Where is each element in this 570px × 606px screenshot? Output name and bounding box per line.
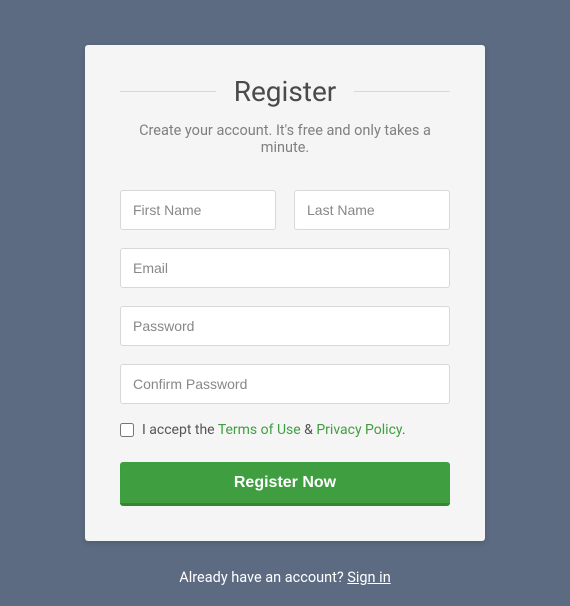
email-input[interactable]: [120, 248, 450, 288]
first-name-input[interactable]: [120, 190, 276, 230]
page-title: Register: [216, 75, 355, 108]
subtitle: Create your account. It's free and only …: [120, 122, 450, 156]
terms-checkbox[interactable]: [120, 423, 134, 437]
terms-suffix: .: [402, 422, 406, 438]
password-input[interactable]: [120, 306, 450, 346]
last-name-input[interactable]: [294, 190, 450, 230]
terms-text: I accept the Terms of Use & Privacy Poli…: [142, 422, 406, 438]
name-row: [120, 190, 450, 230]
confirm-password-field-wrapper: [120, 364, 450, 404]
password-field-wrapper: [120, 306, 450, 346]
terms-prefix: I accept the: [142, 422, 218, 438]
register-button[interactable]: Register Now: [120, 462, 450, 506]
signin-link[interactable]: Sign in: [347, 569, 390, 586]
register-card: Register Create your account. It's free …: [85, 45, 485, 541]
divider-left: [120, 91, 216, 92]
confirm-password-input[interactable]: [120, 364, 450, 404]
divider-right: [354, 91, 450, 92]
terms-of-use-link[interactable]: Terms of Use: [218, 422, 301, 438]
terms-row: I accept the Terms of Use & Privacy Poli…: [120, 422, 450, 438]
signin-text: Already have an account?: [179, 569, 347, 586]
email-field-wrapper: [120, 248, 450, 288]
privacy-policy-link[interactable]: Privacy Policy: [316, 422, 401, 438]
signin-row: Already have an account? Sign in: [179, 569, 390, 586]
header-row: Register: [120, 75, 450, 108]
terms-separator: &: [301, 422, 317, 438]
